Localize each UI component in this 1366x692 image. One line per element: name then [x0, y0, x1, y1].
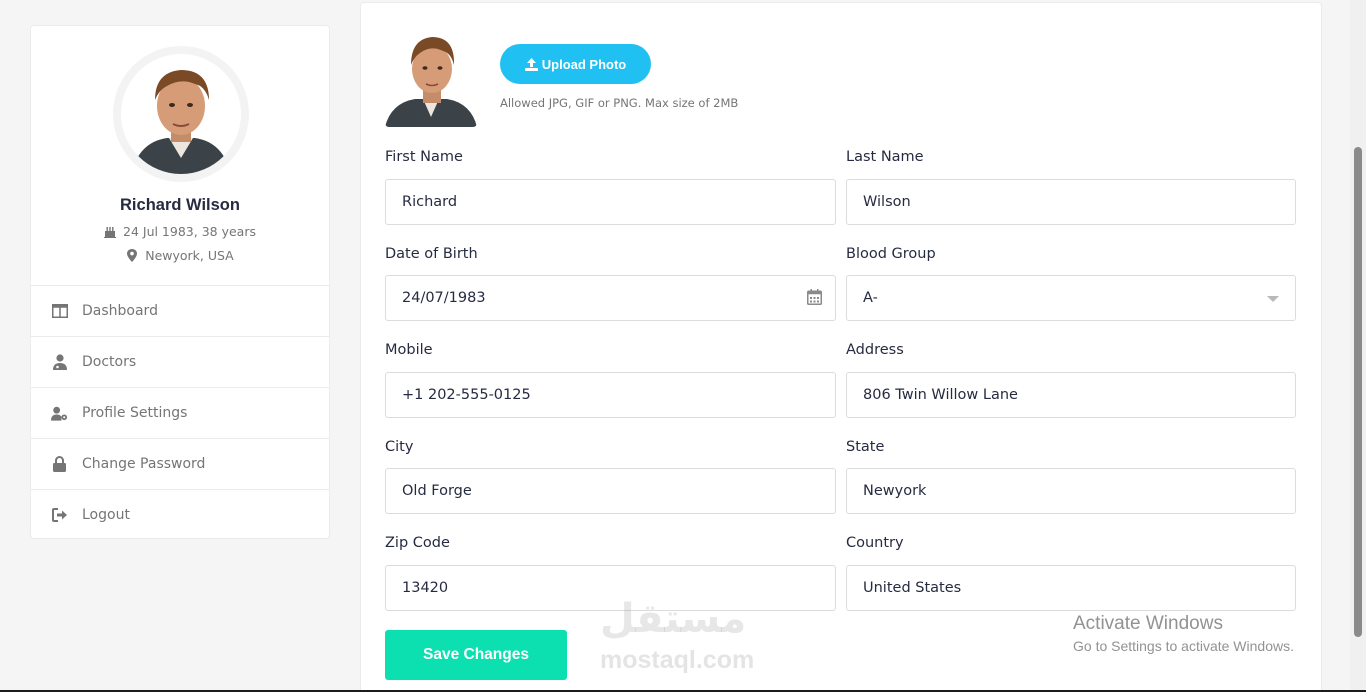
last-name-label: Last Name — [846, 149, 924, 165]
nav-item-label: Doctors — [82, 354, 137, 370]
country-label: Country — [846, 535, 904, 551]
last-name-value: Wilson — [863, 194, 911, 210]
mobile-value: +1 202-555-0125 — [402, 387, 531, 403]
sign-out-icon — [51, 507, 68, 524]
city-label: City — [385, 439, 414, 455]
upload-icon — [524, 57, 538, 71]
address-input[interactable]: 806 Twin Willow Lane — [846, 372, 1296, 418]
nav-item-doctors[interactable]: Doctors — [31, 336, 329, 387]
upload-photo-button[interactable]: Upload Photo — [500, 44, 651, 84]
first-name-value: Richard — [402, 194, 458, 210]
profile-location-text: Newyork, USA — [145, 248, 234, 263]
birthday-cake-icon — [104, 227, 116, 238]
zip-label: Zip Code — [385, 535, 450, 551]
profile-dob-text: 24 Jul 1983, 38 years — [123, 224, 256, 239]
country-value: United States — [863, 580, 962, 596]
user-md-icon — [51, 354, 68, 371]
zip-value: 13420 — [402, 580, 449, 596]
avatar-image — [121, 54, 241, 174]
blood-group-value: A- — [863, 290, 878, 306]
sidebar-nav: Dashboard Doctors Profile Settings Chang… — [31, 285, 329, 540]
lock-icon — [51, 456, 68, 473]
user-cog-icon — [51, 405, 68, 422]
page-scrollbar[interactable] — [1350, 0, 1366, 692]
calendar-icon[interactable] — [807, 289, 822, 309]
nav-item-label: Dashboard — [82, 303, 158, 319]
profile-sidebar: Richard Wilson 24 Jul 1983, 38 years New… — [30, 25, 330, 539]
nav-item-logout[interactable]: Logout — [31, 489, 329, 540]
blood-group-select[interactable]: A- — [846, 275, 1296, 321]
mobile-input[interactable]: +1 202-555-0125 — [385, 372, 836, 418]
profile-photo — [385, 27, 477, 127]
columns-icon — [51, 303, 68, 320]
chevron-down-icon — [1267, 296, 1279, 302]
mobile-label: Mobile — [385, 342, 433, 358]
activate-windows-subtitle: Go to Settings to activate Windows. — [1073, 638, 1294, 654]
map-marker-icon — [127, 249, 138, 262]
nav-item-label: Profile Settings — [82, 405, 188, 421]
upload-photo-label: Upload Photo — [541, 56, 627, 72]
country-input[interactable]: United States — [846, 565, 1296, 611]
watermark-arabic: مستقل — [600, 596, 747, 642]
city-value: Old Forge — [402, 483, 472, 499]
profile-settings-form: Upload Photo Allowed JPG, GIF or PNG. Ma… — [360, 2, 1322, 692]
upload-hint: Allowed JPG, GIF or PNG. Max size of 2MB — [500, 96, 739, 110]
nav-item-label: Logout — [82, 507, 130, 523]
activate-windows-title: Activate Windows — [1073, 613, 1223, 634]
first-name-input[interactable]: Richard — [385, 179, 836, 225]
state-input[interactable]: Newyork — [846, 468, 1296, 514]
first-name-label: First Name — [385, 149, 463, 165]
nav-item-dashboard[interactable]: Dashboard — [31, 285, 329, 336]
profile-dob: 24 Jul 1983, 38 years — [31, 224, 329, 239]
profile-location: Newyork, USA — [31, 248, 329, 263]
avatar — [113, 46, 249, 182]
watermark-latin: mostaql.com — [600, 646, 755, 674]
dob-label: Date of Birth — [385, 246, 478, 262]
profile-name: Richard Wilson — [120, 196, 240, 214]
city-input[interactable]: Old Forge — [385, 468, 836, 514]
blood-group-label: Blood Group — [846, 246, 936, 262]
scrollbar-thumb[interactable] — [1354, 147, 1362, 637]
nav-item-change-password[interactable]: Change Password — [31, 438, 329, 489]
nav-item-label: Change Password — [82, 456, 206, 472]
dob-value: 24/07/1983 — [402, 290, 486, 306]
state-value: Newyork — [863, 483, 927, 499]
save-changes-button[interactable]: Save Changes — [385, 630, 567, 680]
state-label: State — [846, 439, 885, 455]
nav-item-profile-settings[interactable]: Profile Settings — [31, 387, 329, 438]
address-label: Address — [846, 342, 904, 358]
address-value: 806 Twin Willow Lane — [863, 387, 1018, 403]
dob-input[interactable]: 24/07/1983 — [385, 275, 836, 321]
last-name-input[interactable]: Wilson — [846, 179, 1296, 225]
